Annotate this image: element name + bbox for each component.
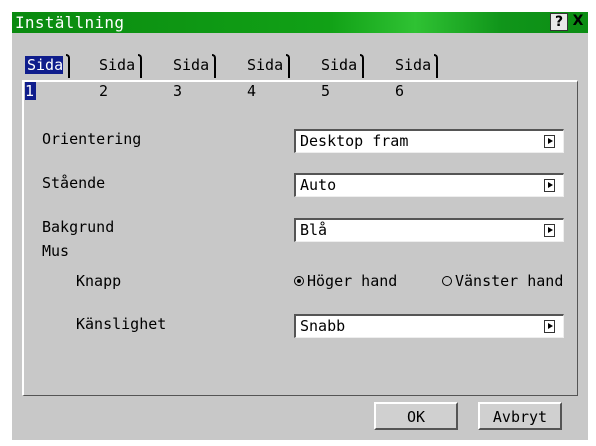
tab-sida-2[interactable]: Sida 2 <box>96 52 143 100</box>
orientation-dropdown[interactable]: Desktop fram <box>294 129 564 153</box>
help-button[interactable]: ? <box>550 13 568 31</box>
radio-unselected-icon <box>442 275 452 286</box>
dropdown-arrow-icon[interactable] <box>544 135 555 148</box>
tab-sida-4[interactable]: Sida 4 <box>244 52 291 100</box>
cancel-button[interactable]: Avbryt <box>478 402 562 430</box>
right-hand-label: Höger hand <box>307 272 398 290</box>
background-dropdown[interactable]: Blå <box>294 218 564 242</box>
tab-divider <box>434 54 439 78</box>
standing-label: Stående <box>42 174 106 192</box>
tab-divider <box>138 54 143 78</box>
settings-dialog: Inställning ? X Sida 1 Sida 2 Sida 3 Sid… <box>12 12 588 440</box>
sensitivity-label: Känslighet <box>76 315 167 333</box>
background-value: Blå <box>300 221 328 239</box>
dropdown-arrow-icon[interactable] <box>544 224 555 237</box>
ok-button[interactable]: OK <box>374 402 458 430</box>
tab-divider <box>212 54 217 78</box>
left-hand-label: Vänster hand <box>455 272 564 290</box>
right-hand-radio[interactable]: Höger hand <box>294 272 397 290</box>
dropdown-arrow-icon[interactable] <box>544 320 555 333</box>
sensitivity-value: Snabb <box>300 317 346 335</box>
left-hand-radio[interactable]: Vänster hand <box>442 272 563 290</box>
title-bar[interactable]: Inställning ? X <box>12 12 588 33</box>
mouse-label: Mus <box>42 242 70 260</box>
tab-sida-6[interactable]: Sida 6 <box>392 52 439 100</box>
close-button[interactable]: X <box>570 13 586 29</box>
orientation-label: Orientering <box>42 130 142 148</box>
settings-panel: Orientering Desktop fram Stående Auto Ba… <box>22 80 578 396</box>
standing-dropdown[interactable]: Auto <box>294 173 564 197</box>
standing-value: Auto <box>300 176 337 194</box>
tab-divider <box>360 54 365 78</box>
tab-sida-5[interactable]: Sida 5 <box>318 52 365 100</box>
window-title: Inställning <box>15 13 125 32</box>
sensitivity-dropdown[interactable]: Snabb <box>294 314 564 338</box>
dropdown-arrow-icon[interactable] <box>544 179 555 192</box>
tab-sida-1[interactable]: Sida 1 <box>22 52 71 100</box>
tab-sida-3[interactable]: Sida 3 <box>170 52 217 100</box>
background-label: Bakgrund <box>42 218 115 236</box>
orientation-value: Desktop fram <box>300 132 409 150</box>
radio-selected-icon <box>294 275 304 286</box>
mouse-button-label: Knapp <box>76 272 122 290</box>
tab-divider <box>286 54 291 78</box>
tab-divider <box>66 54 71 78</box>
